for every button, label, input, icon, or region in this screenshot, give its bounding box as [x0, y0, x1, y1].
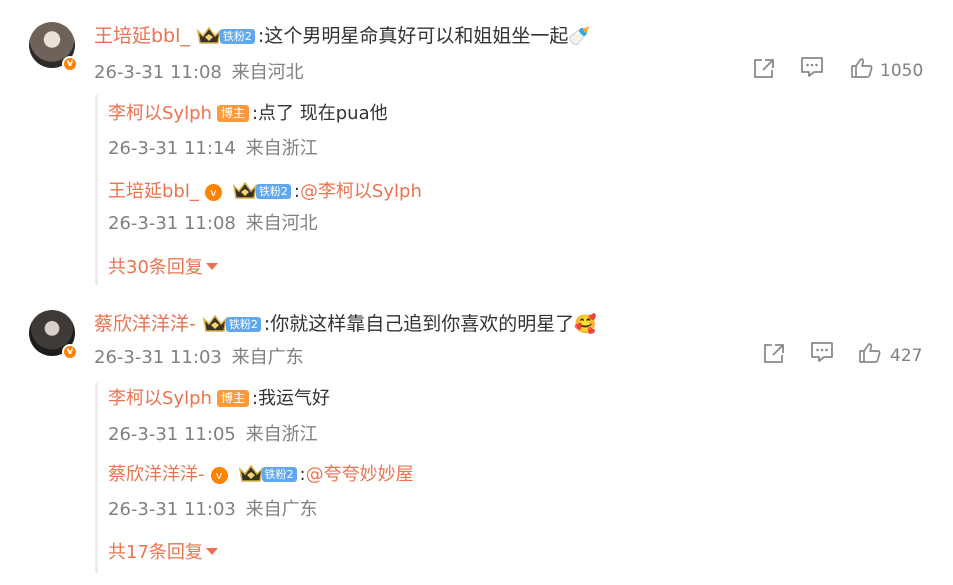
verified-icon: v [62, 56, 78, 72]
mention-link[interactable]: @李柯以Sylph [300, 181, 422, 202]
reply-text: 点了 现在pua他 [258, 103, 388, 124]
reply-time: 26-3-31 11:14 [108, 138, 236, 159]
reply-button[interactable] [810, 341, 836, 365]
mention-link[interactable]: @夸夸妙妙屋 [306, 464, 414, 485]
caret-down-icon [205, 263, 218, 270]
like-icon [851, 58, 873, 78]
like-button[interactable] [850, 57, 876, 81]
reply-username[interactable]: 王培延bbl_ [108, 181, 199, 202]
reply-time: 26-3-31 11:08 [108, 213, 236, 234]
like-count: 427 [890, 346, 923, 366]
crown-icon [196, 25, 222, 45]
host-badge: 博主 [216, 390, 249, 407]
reply-username[interactable]: 李柯以Sylph [108, 103, 212, 124]
reply-username[interactable]: 李柯以Sylph [108, 388, 212, 409]
comment-time: 26-3-31 11:03 [94, 347, 222, 368]
comment-username[interactable]: 蔡欣洋洋洋- [94, 313, 196, 335]
reply-time: 26-3-31 11:05 [108, 424, 236, 445]
verified-icon: v [204, 184, 222, 201]
comment-location: 来自河北 [231, 62, 304, 83]
fan-badge: 铁粉2 [225, 317, 261, 332]
reply-text: 我运气好 [258, 388, 331, 409]
like-icon [859, 343, 881, 363]
reply-location: 来自河北 [245, 213, 318, 234]
reply-button[interactable] [800, 56, 826, 80]
crown-icon [238, 463, 264, 483]
reply-list: 李柯以Sylph 博主:我运气好 26-3-31 11:05 来自浙江 蔡欣洋洋洋… [95, 383, 953, 573]
smiling-face-emoji-icon: 🥰 [574, 314, 597, 335]
verified-icon: v [62, 344, 78, 360]
verified-icon: v [210, 467, 228, 484]
host-badge: 博主 [216, 105, 249, 122]
more-replies-label: 共17条回复 [108, 542, 203, 563]
comment-location: 来自广东 [231, 347, 304, 368]
like-count: 1050 [880, 61, 924, 81]
pacifier-emoji-icon: 🍼 [568, 26, 591, 47]
fan-badge: 铁粉2 [219, 29, 255, 44]
comment-text: 这个男明星命真好可以和姐姐坐一起 [264, 25, 569, 47]
share-icon [764, 344, 784, 363]
reply-location: 来自广东 [245, 499, 318, 520]
more-replies-link[interactable]: 共30条回复 [108, 257, 218, 279]
crown-icon [232, 180, 258, 200]
comment-time: 26-3-31 11:08 [94, 62, 222, 83]
comment-item: v 蔡欣洋洋洋- 铁粉2:你就这样靠自己追到你喜欢的明星了🥰 26-3-31 1… [0, 290, 953, 585]
comment-icon [801, 57, 823, 77]
reply-location: 来自浙江 [245, 424, 318, 445]
more-replies-label: 共30条回复 [108, 257, 203, 278]
reply-username[interactable]: 蔡欣洋洋洋- [108, 464, 205, 485]
more-replies-link[interactable]: 共17条回复 [108, 542, 218, 564]
reply-location: 来自浙江 [245, 138, 318, 159]
share-button[interactable] [762, 342, 788, 366]
caret-down-icon [205, 548, 218, 555]
reply-list: 李柯以Sylph 博主:点了 现在pua他 26-3-31 11:14 来自浙江 … [95, 95, 953, 285]
share-button[interactable] [752, 57, 778, 81]
crown-icon [202, 313, 228, 333]
comment-item: v 王培延bbl_ 铁粉2:这个男明星命真好可以和姐姐坐一起🍼 26-3-31 … [0, 0, 953, 290]
fan-badge: 铁粉2 [255, 184, 291, 199]
comment-text: 你就这样靠自己追到你喜欢的明星了 [270, 313, 575, 335]
share-icon [754, 59, 774, 78]
reply-time: 26-3-31 11:03 [108, 499, 236, 520]
like-button[interactable] [858, 342, 884, 366]
fan-badge: 铁粉2 [261, 467, 297, 482]
comment-icon [811, 342, 833, 362]
comment-username[interactable]: 王培延bbl_ [94, 25, 190, 47]
